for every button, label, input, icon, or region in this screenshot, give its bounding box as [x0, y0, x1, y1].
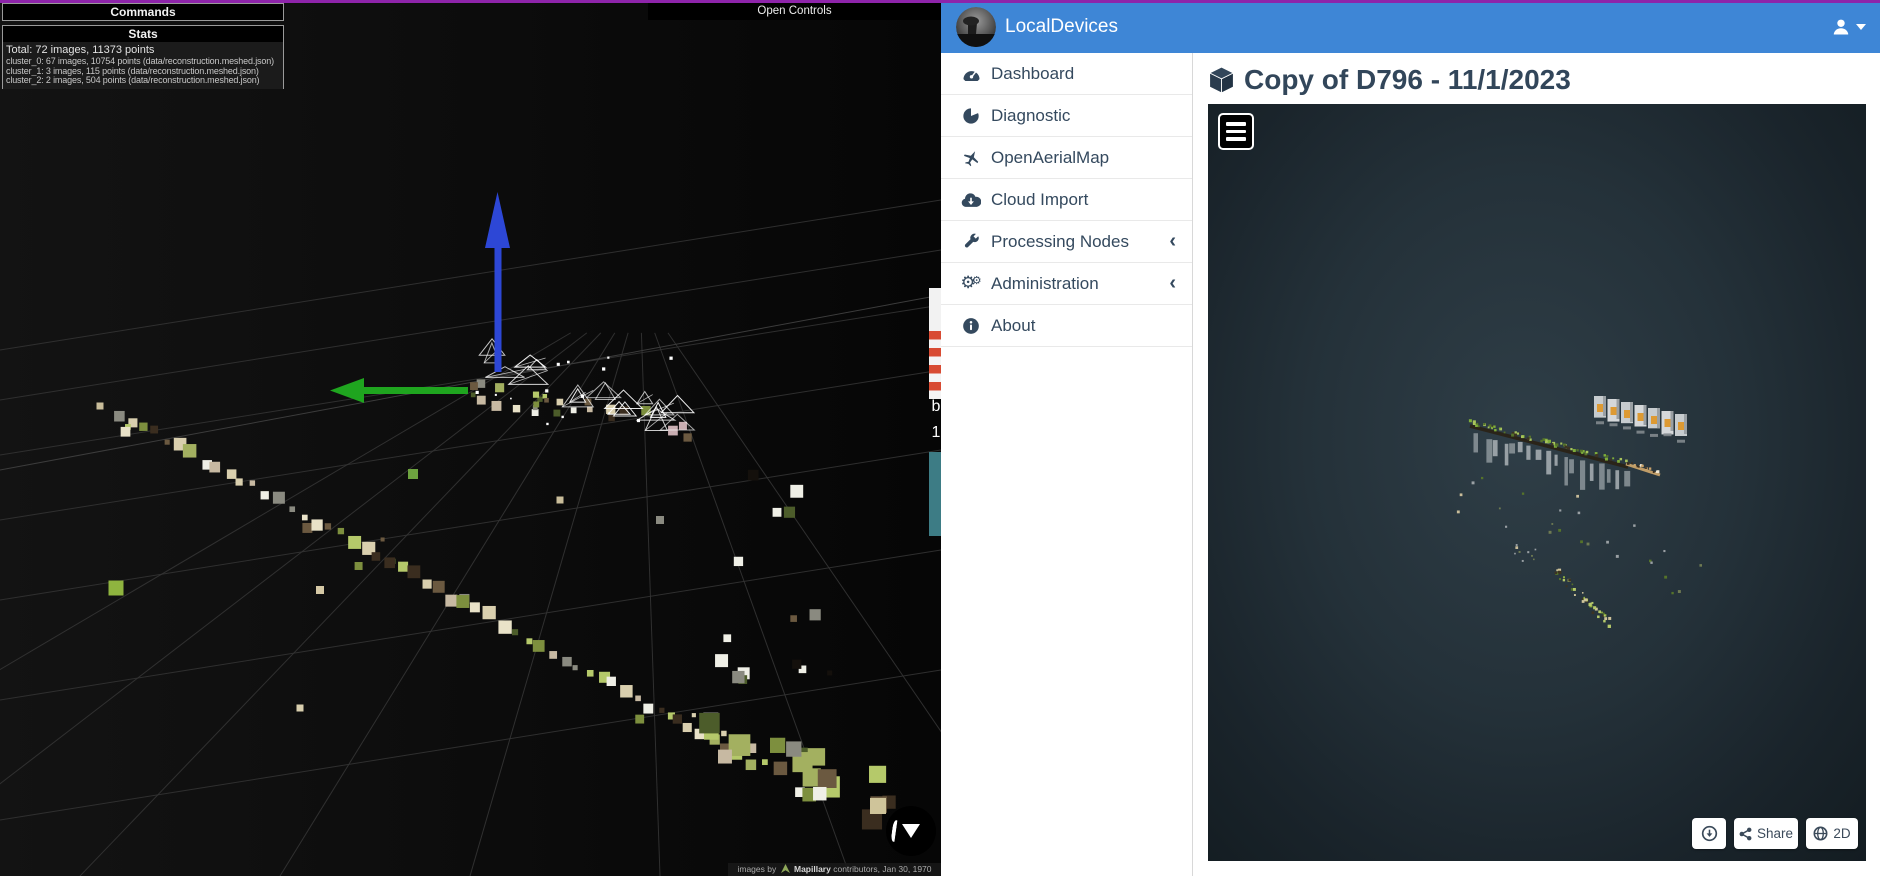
app-title[interactable]: LocalDevices	[1005, 0, 1118, 53]
wrench-icon	[959, 233, 983, 250]
attribution-prefix: images by	[737, 864, 777, 874]
sidebar-item-cloud-import[interactable]: Cloud Import	[941, 179, 1192, 221]
sidebar-item-label: About	[991, 315, 1036, 335]
download-assets-button[interactable]	[1692, 818, 1726, 849]
main-content: Copy of D796 - 11/1/2023 Share 2D	[1193, 53, 1880, 876]
sidebar-item-diagnostic[interactable]: Diagnostic	[941, 95, 1192, 137]
logo-image	[956, 7, 996, 47]
viewer-button-bar: Share 2D	[1692, 818, 1858, 849]
commands-panel-title[interactable]: Commands	[3, 4, 283, 20]
sidebar-item-processing-nodes[interactable]: Processing Nodes ‹	[941, 221, 1192, 263]
attribution-suffix: contributors, Jan 30, 1970	[833, 864, 932, 874]
sidebar-item-label: Dashboard	[991, 63, 1075, 83]
hamburger-icon	[1226, 122, 1246, 126]
top-accent-bar	[0, 0, 1880, 3]
share-button-label: Share	[1756, 826, 1794, 841]
mode-2d-button[interactable]: 2D	[1806, 818, 1858, 849]
stats-cluster-1: cluster_1: 3 images, 115 points (data/re…	[6, 66, 259, 76]
user-icon	[1833, 19, 1849, 35]
right-3d-viewer[interactable]: Share 2D	[1208, 104, 1866, 861]
sidebar-item-label: Processing Nodes	[991, 231, 1129, 251]
stats-panel: Stats Total: 72 images, 11373 points clu…	[2, 25, 284, 89]
gears-icon: ⚙ ⚙	[960, 273, 982, 293]
webodm-app: LocalDevices Dashboard Diagnostic OpenAe…	[941, 0, 1880, 876]
ruler-teal-segment	[929, 452, 941, 536]
stats-body: Total: 72 images, 11373 points cluster_0…	[3, 42, 283, 89]
app-logo[interactable]	[956, 7, 996, 47]
compass-needle-icon	[902, 824, 920, 838]
compass-arc	[890, 819, 900, 843]
chevron-left-icon[interactable]: ‹	[1169, 230, 1176, 252]
pie-chart-icon	[959, 106, 983, 125]
chevron-left-icon[interactable]: ‹	[1169, 272, 1176, 294]
sidebar-item-administration[interactable]: ⚙ ⚙ Administration ‹	[941, 263, 1192, 305]
sidebar-item-dashboard[interactable]: Dashboard	[941, 53, 1192, 95]
share-icon	[1739, 827, 1752, 840]
sidebar-item-openaerialmap[interactable]: OpenAerialMap	[941, 137, 1192, 179]
commands-panel[interactable]: Commands	[2, 3, 284, 21]
sidebar: Dashboard Diagnostic OpenAerialMap Cloud…	[941, 53, 1193, 876]
sidebar-item-label: Diagnostic	[991, 105, 1071, 125]
sidebar-item-label: Cloud Import	[991, 189, 1089, 209]
sidebar-item-label: Administration	[991, 273, 1099, 293]
open-controls-button[interactable]: Open Controls	[648, 2, 941, 20]
mapillary-icon	[780, 864, 790, 876]
left-3d-viewer[interactable]: Commands Stats Total: 72 images, 11373 p…	[0, 0, 941, 876]
compass-widget[interactable]	[886, 806, 936, 856]
page-title: Copy of D796 - 11/1/2023	[1244, 64, 1571, 95]
user-menu[interactable]	[1831, 15, 1866, 39]
screen: Commands Stats Total: 72 images, 11373 p…	[0, 0, 1880, 876]
attribution-brand[interactable]: Mapillary	[794, 864, 831, 874]
ruler-striped-segment	[929, 331, 941, 399]
ruler-label-1: 1	[931, 424, 941, 441]
cloud-import-icon	[959, 192, 983, 208]
sidebar-item-about[interactable]: About	[941, 305, 1192, 347]
map-attribution: images by Mapillary contributors, Jan 30…	[728, 863, 941, 876]
download-circle-icon	[1701, 825, 1717, 842]
sidebar-item-label: OpenAerialMap	[991, 147, 1110, 167]
ruler-white-segment	[929, 288, 941, 331]
ruler-label-b: b	[931, 398, 941, 415]
dashboard-icon	[959, 65, 983, 82]
stats-panel-title[interactable]: Stats	[3, 26, 283, 42]
globe-icon	[1813, 826, 1828, 841]
left-3d-scene[interactable]	[0, 0, 941, 876]
caret-down-icon	[1856, 24, 1866, 30]
page-title-row: Copy of D796 - 11/1/2023	[1208, 64, 1880, 96]
viewer-menu-button[interactable]	[1218, 113, 1254, 150]
mode-2d-button-label: 2D	[1833, 826, 1851, 841]
plane-icon	[959, 149, 983, 167]
stats-cluster-2: cluster_2: 2 images, 504 points (data/re…	[6, 76, 260, 85]
info-icon	[959, 317, 983, 335]
right-3d-scene[interactable]	[1208, 104, 1866, 861]
stats-cluster-0: cluster_0: 67 images, 10754 points (data…	[6, 57, 274, 66]
share-button[interactable]: Share	[1734, 818, 1798, 849]
cube-icon	[1208, 66, 1235, 94]
stats-total: Total: 72 images, 11373 points	[6, 44, 155, 56]
app-header: LocalDevices	[941, 0, 1880, 53]
